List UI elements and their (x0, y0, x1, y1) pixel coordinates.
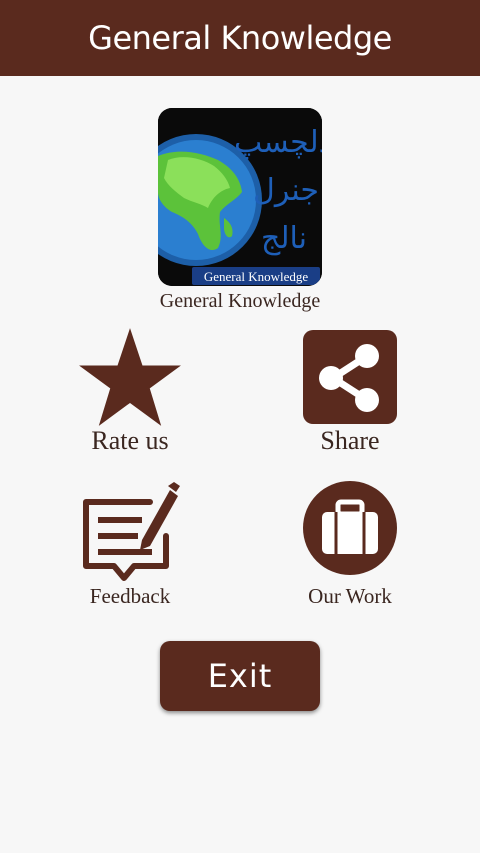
our-work-label: Our Work (308, 584, 392, 608)
our-work-button[interactable]: Our Work (250, 478, 450, 613)
share-icon (303, 330, 397, 424)
logo-urdu-line-2: جنرل (253, 173, 319, 208)
exit-label: Exit (207, 657, 273, 695)
logo-urdu-line-1: دلچسپ (234, 125, 322, 160)
logo-caption: General Knowledge (159, 290, 321, 312)
share-label: Share (320, 426, 380, 455)
star-icon (79, 328, 181, 426)
rate-us-label: Rate us (91, 426, 169, 455)
app-logo: دلچسپ جنرل نالج General Knowledge (158, 108, 322, 286)
app-bar: General Knowledge (0, 0, 480, 76)
globe-logo-icon: دلچسپ جنرل نالج General Knowledge (158, 108, 322, 286)
logo-banner-text: General Knowledge (204, 269, 309, 284)
feedback-label: Feedback (89, 584, 171, 608)
feedback-icon (83, 482, 180, 581)
rate-us-button[interactable]: Rate us (30, 322, 230, 462)
app-title: General Knowledge (88, 19, 392, 57)
exit-button[interactable]: Exit (160, 641, 320, 711)
logo-urdu-line-3: نالج (261, 221, 307, 256)
share-button[interactable]: Share (250, 322, 450, 462)
briefcase-icon (303, 481, 397, 575)
feedback-button[interactable]: Feedback (30, 478, 230, 613)
